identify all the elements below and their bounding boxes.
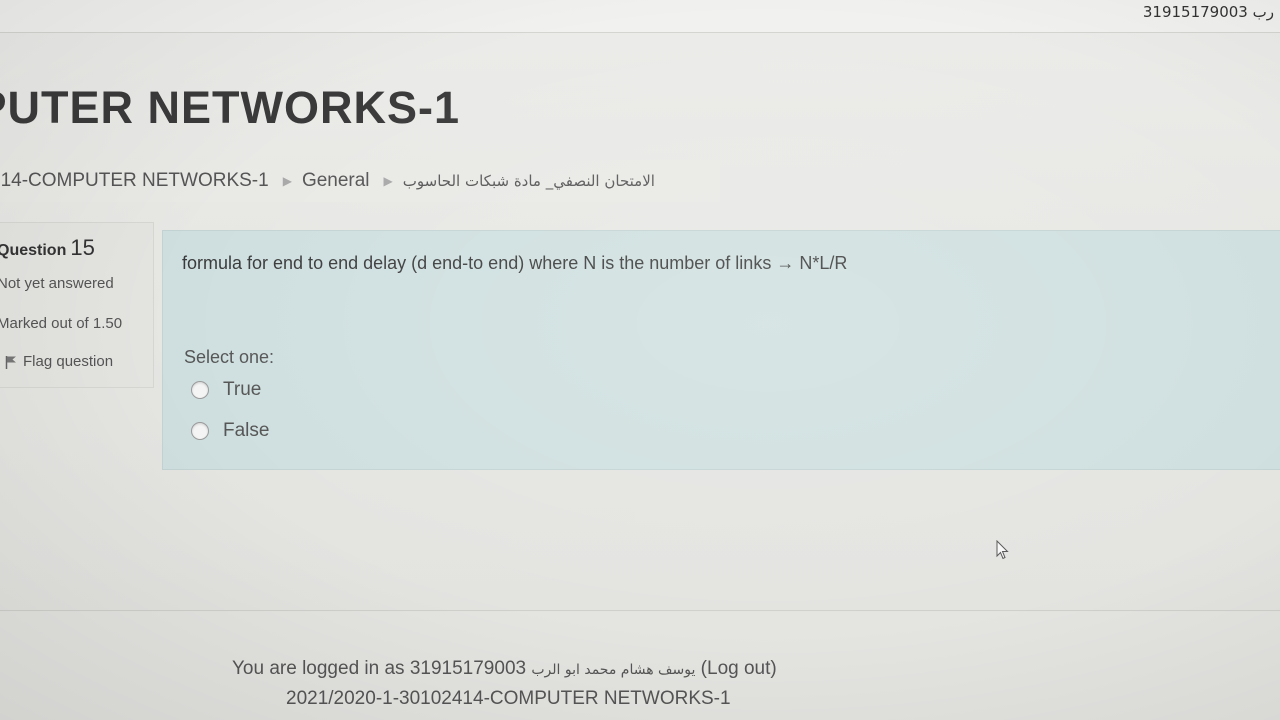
login-prefix: You are logged in as [232, 658, 405, 679]
breadcrumb-item-quiz[interactable]: الامتحان النصفي_ مادة شبكات الحاسوب [403, 172, 655, 190]
answer-prompt: Select one: [184, 347, 275, 367]
footer-user-id: 31915179003 [409, 658, 527, 679]
question-marks: Marked out of 1.50 [0, 315, 123, 332]
question-state: Not yet answered [0, 275, 114, 292]
mouse-cursor-icon [996, 540, 1009, 560]
page-title: MPUTER NETWORKS-1 [0, 82, 460, 133]
profile-link[interactable]: 31915179003 يوسف هشام محمد ابو الرب [410, 658, 696, 679]
breadcrumb-item-course[interactable]: 414-COMPUTER NETWORKS-1 [0, 170, 269, 192]
footer-divider [0, 610, 1280, 611]
question-label: Question [0, 242, 67, 259]
question-text: formula for end to end delay (d end-to e… [182, 253, 848, 273]
login-info: You are logged in as 31915179003 يوسف هش… [232, 658, 777, 680]
radio-button-true[interactable] [191, 381, 209, 399]
flag-icon [5, 355, 16, 369]
top-navbar: 31915179003 رب [0, 0, 1280, 33]
breadcrumb-separator-icon: ▶ [282, 174, 292, 188]
breadcrumb: 414-COMPUTER NETWORKS-1 ▶ General ▶ الام… [0, 160, 720, 202]
answer-option-false[interactable]: False [191, 420, 269, 442]
footer-course-link[interactable]: 2021/2020-1-30102414-COMPUTER NETWORKS-1 [286, 688, 731, 710]
logout-link[interactable]: (Log out) [701, 658, 777, 679]
answer-option-true[interactable]: True [191, 379, 261, 401]
footer-user-name: يوسف هشام محمد ابو الرب [531, 662, 696, 678]
answer-label-true: True [223, 379, 262, 400]
question-info-panel: Question 15 Not yet answered Marked out o… [0, 222, 154, 388]
question-number-value: 15 [70, 235, 95, 260]
question-content: formula for end to end delay (d end-to e… [162, 230, 1280, 470]
question-number: Question 15 [0, 235, 95, 261]
flag-question-label: Flag question [23, 353, 114, 370]
breadcrumb-separator-icon: ▶ [383, 174, 393, 188]
answer-label-false: False [223, 420, 270, 441]
user-menu[interactable]: 31915179003 رب [1143, 3, 1274, 21]
flag-question-button[interactable]: Flag question [5, 353, 113, 370]
radio-button-false[interactable] [191, 422, 209, 440]
breadcrumb-item-section[interactable]: General [302, 170, 370, 192]
